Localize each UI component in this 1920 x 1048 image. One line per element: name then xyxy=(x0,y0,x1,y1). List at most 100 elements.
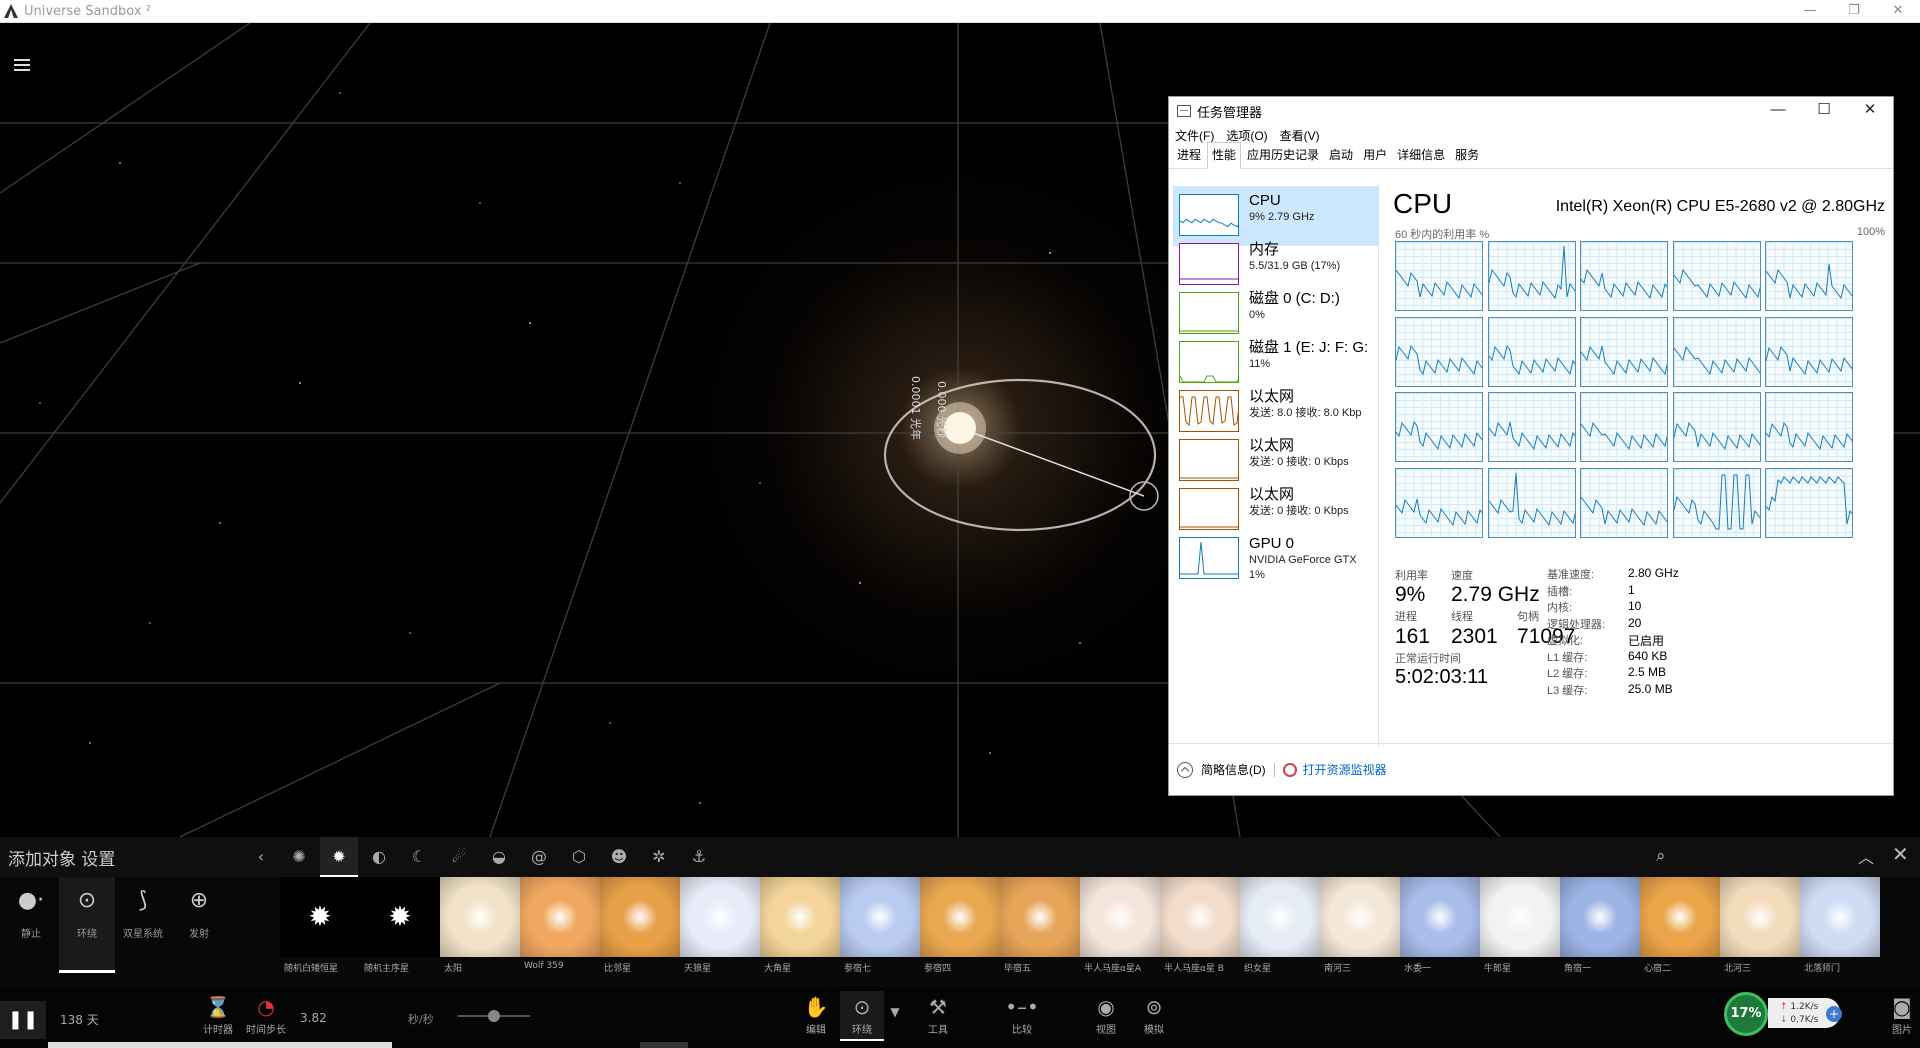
mode-binary[interactable]: ⟆ 双星系统 xyxy=(115,877,171,973)
minimize-button[interactable]: — xyxy=(1788,0,1832,22)
crosshair-icon: ⊕ xyxy=(189,888,209,913)
resource-name: 以太网 xyxy=(1249,388,1295,405)
cpu-core-graph xyxy=(1672,392,1761,462)
menu-options[interactable]: 选项(O) xyxy=(1226,127,1267,144)
star-thumbnail xyxy=(1240,877,1320,957)
anchor-category-icon[interactable]: ⚓ xyxy=(688,846,710,868)
timestep-unit: 秒/秒 xyxy=(408,1013,434,1026)
speed-label: 速度 xyxy=(1451,570,1473,582)
star-tile[interactable]: 比邻星 xyxy=(600,877,680,981)
people-category-icon[interactable]: ☻ xyxy=(608,846,630,868)
hexagon-category-icon[interactable]: ⬡ xyxy=(568,846,590,868)
spiral-category-icon[interactable]: @ xyxy=(528,846,550,868)
network-monitor-widget[interactable]: 17% ↑ 1.2K/s ↓ 0.7K/s + xyxy=(1722,988,1844,1036)
menu-file[interactable]: 文件(F) xyxy=(1175,127,1214,144)
star-tile[interactable]: 心宿二 xyxy=(1640,877,1720,981)
teapot-category-icon[interactable]: ◒ xyxy=(488,846,510,868)
star-tile[interactable]: 毕宿五 xyxy=(1000,877,1080,981)
cpu-detail-pane: CPU Intel(R) Xeon(R) CPU E5-2680 v2 @ 2.… xyxy=(1393,184,1889,744)
tab-users[interactable]: 用户 xyxy=(1359,143,1391,168)
cpu-core-graph xyxy=(1395,316,1483,387)
tab-services[interactable]: 服务 xyxy=(1451,143,1483,168)
app-title-bar: Universe Sandbox ² — ❐ ✕ xyxy=(0,0,1920,23)
tool-tool[interactable]: ⚒ 工具 xyxy=(916,995,960,1036)
resource-thumbnail xyxy=(1179,194,1239,236)
resource-name: 内存 xyxy=(1249,241,1280,258)
tab-performance[interactable]: 性能 xyxy=(1207,142,1242,169)
collapse-icon[interactable] xyxy=(1177,761,1193,778)
pause-button[interactable]: ❚❚ xyxy=(0,1001,46,1039)
spec-value: 20 xyxy=(1628,615,1642,630)
tool-compare[interactable]: •–• 比较 xyxy=(1000,995,1044,1036)
tab-processes[interactable]: 进程 xyxy=(1173,143,1205,168)
mode-dots[interactable]: ●· 静止 xyxy=(3,877,59,973)
star-tile[interactable]: 太阳 xyxy=(440,877,520,981)
star-thumbnail xyxy=(1400,877,1480,957)
sun-small-category-icon[interactable]: ✲ xyxy=(648,846,670,868)
close-panel-icon[interactable]: ✕ xyxy=(1892,842,1909,866)
star-tile[interactable]: Wolf 359 xyxy=(520,877,600,981)
chevron-up-icon[interactable]: ︿ xyxy=(1858,844,1874,868)
add-object-panel: 添加对象 设置 ‹ ✺ ✹ ◐ ☾ ☄ ◒ @ ⬡ ☻ ✲ ⚓ ⌕ ︿ ✕ ●·… xyxy=(0,837,1920,1048)
restore-button[interactable]: ❐ xyxy=(1832,0,1876,22)
resource-detail: 11% xyxy=(1249,358,1271,370)
speed-slider[interactable] xyxy=(458,1010,530,1022)
tool-camera[interactable]: ◙ 图片 xyxy=(1880,995,1920,1036)
cpu-core-graph xyxy=(1487,467,1576,538)
mode-orbit[interactable]: ⊙ 环绕 xyxy=(59,877,115,973)
mode-crosshair[interactable]: ⊕ 发射 xyxy=(171,877,227,973)
scroll-thumb[interactable] xyxy=(640,1042,688,1048)
star-tile[interactable]: 天狼星 xyxy=(680,877,760,981)
chevron-left-icon[interactable]: ‹ xyxy=(250,846,272,868)
star-category-icon[interactable]: ✹ xyxy=(320,837,358,877)
star-tile[interactable]: 织女星 xyxy=(1240,877,1320,981)
star-tile[interactable]: 参宿七 xyxy=(840,877,920,981)
tm-maximize-button[interactable]: ☐ xyxy=(1801,97,1847,125)
star-tile[interactable]: 牛郎星 xyxy=(1480,877,1560,981)
star-tile[interactable]: 北落师门 xyxy=(1800,877,1880,981)
orbit-icon: ⊙ xyxy=(77,888,97,913)
tool-simulate[interactable]: ⊚ 模拟 xyxy=(1132,995,1176,1036)
tab-details[interactable]: 详细信息 xyxy=(1393,143,1449,168)
timer-button[interactable]: ⌛ 计时器 xyxy=(200,995,236,1036)
menu-view[interactable]: 查看(V) xyxy=(1280,127,1320,144)
resource-item[interactable]: GPU 0 NVIDIA GeForce GTX 1% xyxy=(1173,529,1379,589)
menu-icon[interactable] xyxy=(14,59,30,72)
spec-value: 10 xyxy=(1628,599,1642,613)
random-star-tile[interactable]: ✹ 随机白矮恒星 xyxy=(280,877,360,981)
search-icon[interactable]: ⌕ xyxy=(1656,846,1666,866)
close-button[interactable]: ✕ xyxy=(1876,0,1920,22)
plus-icon[interactable]: + xyxy=(1826,1006,1842,1022)
tab-startup[interactable]: 启动 xyxy=(1325,143,1357,168)
star-tile[interactable]: 角宿一 xyxy=(1560,877,1640,981)
tool-hand[interactable]: ✋ 编辑 xyxy=(794,995,838,1036)
cpu-core-graph xyxy=(1580,392,1668,462)
tm-minimize-button[interactable]: — xyxy=(1755,97,1801,125)
star-tile[interactable]: 北河三 xyxy=(1720,877,1800,981)
star-tile[interactable]: 大角星 xyxy=(760,877,840,981)
orbit-dropdown-icon[interactable]: ▼ xyxy=(888,1005,902,1019)
speed-slider-knob[interactable] xyxy=(488,1010,500,1022)
star-tile[interactable]: 参宿四 xyxy=(920,877,1000,981)
star-tile[interactable]: 半人马座α星 B xyxy=(1160,877,1240,981)
resource-thumbnail xyxy=(1179,537,1239,579)
random-star-tile[interactable]: ✹ 随机主序星 xyxy=(360,877,440,981)
star-thumbnail xyxy=(1160,877,1240,957)
star-tile[interactable]: 水委一 xyxy=(1400,877,1480,981)
galaxy-burst-icon[interactable]: ✺ xyxy=(288,846,310,868)
planet-category-icon[interactable]: ◐ xyxy=(368,846,390,868)
brief-info-link[interactable]: 简略信息(D) xyxy=(1201,761,1266,778)
star-tile[interactable]: 南河三 xyxy=(1320,877,1400,981)
star-tile[interactable]: 半人马座α星A xyxy=(1080,877,1160,981)
moon-category-icon[interactable]: ☾ xyxy=(408,846,430,868)
camera-icon: ◙ xyxy=(1892,995,1912,1019)
tab-app-history[interactable]: 应用历史记录 xyxy=(1243,143,1323,168)
progress-strip xyxy=(48,1042,392,1048)
tool-orbit[interactable]: ⊙ 环绕 xyxy=(840,991,884,1041)
tm-close-button[interactable]: ✕ xyxy=(1847,97,1893,125)
resource-monitor-link[interactable]: 打开资源监视器 xyxy=(1303,761,1387,778)
timestep-button[interactable]: ◔ 时间步长 xyxy=(244,995,288,1036)
comet-category-icon[interactable]: ☄ xyxy=(448,846,470,868)
tool-eye[interactable]: ◉ 视图 xyxy=(1084,995,1128,1036)
resource-thumbnail xyxy=(1179,439,1239,481)
